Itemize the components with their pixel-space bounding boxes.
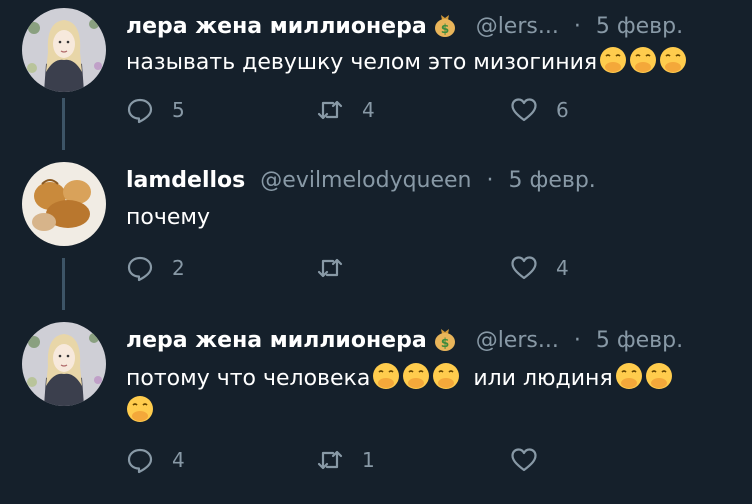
face-with-hand-over-mouth-icon [615,363,642,389]
reply-icon [127,448,153,474]
retweet-icon [317,450,343,470]
retweet-count: 4 [362,98,375,122]
display-name[interactable]: lamdellos [126,168,245,193]
like-button[interactable]: 4 [510,254,569,282]
money-bag-icon: $ [434,329,455,351]
separator-dot: · [486,168,494,193]
tweet-text: почему [126,202,726,234]
tweet-date[interactable]: 5 февр. [509,168,596,193]
retweet-icon [317,258,343,278]
reply-count: 4 [172,448,185,472]
tweet-text-content: называть девушку челом это мизогиния [126,50,598,75]
tweet-header: лера жена миллионера $ @lers... · 5 февр. [126,324,683,356]
tweet-actions: 5 4 6 [126,96,646,126]
retweet-count: 1 [362,448,375,472]
thread-line [62,98,65,150]
face-with-hand-over-mouth-icon [127,396,153,422]
retweet-button[interactable]: 4 [316,96,375,124]
separator-dot: · [573,328,581,353]
avatar[interactable] [22,162,106,246]
reply-button[interactable]: 4 [126,446,185,474]
reply-count: 2 [172,256,185,280]
user-handle[interactable]: @lers... [476,328,559,353]
svg-text:$: $ [441,22,449,36]
reply-button[interactable]: 5 [126,96,185,124]
face-with-hand-over-mouth-icon [373,363,400,389]
like-button[interactable] [510,446,556,474]
retweet-button[interactable] [316,254,362,282]
heart-icon [511,98,537,122]
tweet-text-content: или людиня [466,366,613,391]
tweet-text-content: потому что человека [126,366,371,391]
tweet-actions: 4 1 [126,446,646,476]
tweet-header: lamdellos @evilmelodyqueen · 5 февр. [126,166,596,196]
user-handle[interactable]: @evilmelodyqueen [260,168,471,193]
like-count: 4 [556,256,569,280]
tweet-header: лера жена миллионера $ @lers... · 5 февр. [126,10,683,42]
face-with-hand-over-mouth-icon [433,363,460,389]
face-with-hand-over-mouth-icon [600,47,627,73]
reply-icon [127,256,153,282]
tweet-text: называть девушку челом это мизогиния [126,46,726,79]
money-bag-icon: $ [434,15,455,37]
reply-count: 5 [172,98,185,122]
thread-line [62,258,65,310]
like-button[interactable]: 6 [510,96,569,124]
retweet-button[interactable]: 1 [316,446,375,474]
heart-icon [511,256,537,280]
face-with-hand-over-mouth-icon [660,47,687,73]
heart-icon [511,448,537,472]
avatar[interactable] [22,8,106,92]
tweet-text: потому что человека или людиня [126,362,726,428]
tweet-text-content: почему [126,205,210,230]
avatar[interactable] [22,322,106,406]
retweet-icon [317,100,343,120]
reply-icon [127,98,153,124]
separator-dot: · [573,14,581,39]
tweet-date[interactable]: 5 февр. [596,14,683,39]
face-with-hand-over-mouth-icon [403,363,430,389]
tweet-date[interactable]: 5 февр. [596,328,683,353]
display-name[interactable]: лера жена миллионера [126,328,427,353]
reply-button[interactable]: 2 [126,254,185,282]
like-count: 6 [556,98,569,122]
face-with-hand-over-mouth-icon [630,47,657,73]
display-name[interactable]: лера жена миллионера [126,14,427,39]
face-with-hand-over-mouth-icon [645,363,672,389]
svg-text:$: $ [441,336,449,350]
user-handle[interactable]: @lers... [476,14,559,39]
tweet-actions: 2 4 [126,254,646,284]
